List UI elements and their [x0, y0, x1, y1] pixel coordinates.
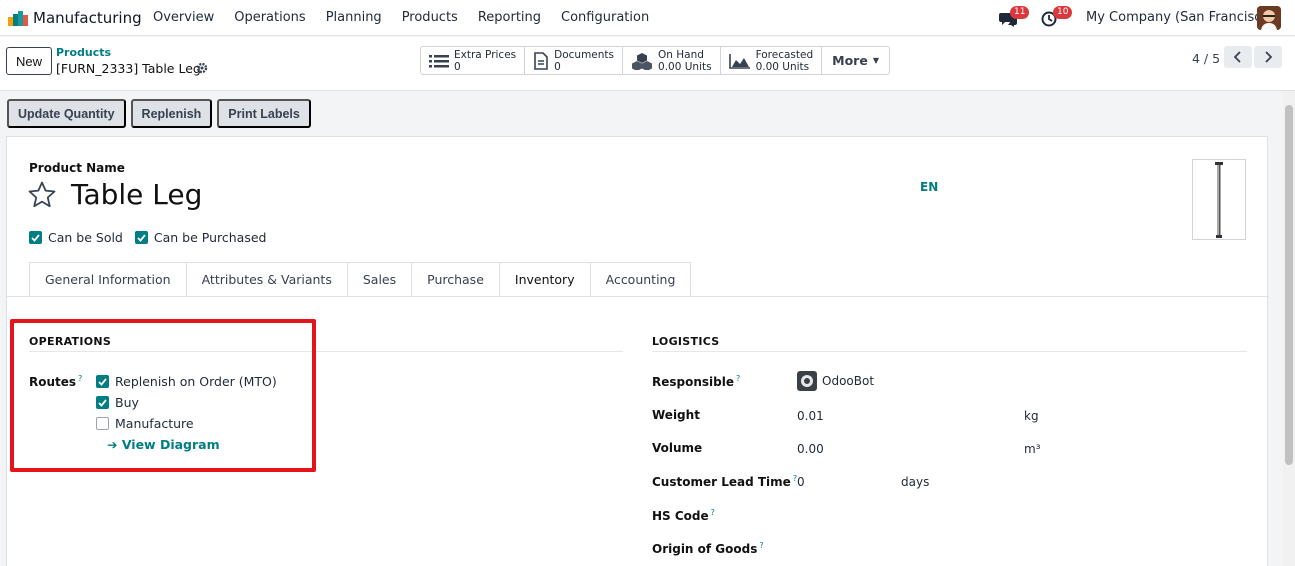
smart-label: On Hand [658, 48, 704, 61]
pager-previous-button[interactable] [1224, 46, 1252, 68]
weight-field[interactable]: 0.01 [797, 409, 824, 423]
pager-next-button[interactable] [1254, 46, 1282, 68]
tab-divider [7, 296, 1269, 297]
extra-prices-button[interactable]: Extra Prices 0 [421, 47, 526, 74]
responsible-value: OdooBot [822, 374, 875, 388]
tab-sales[interactable]: Sales [346, 262, 412, 297]
top-navbar: Manufacturing Overview Operations Planni… [0, 0, 1295, 36]
chevron-left-icon [1234, 51, 1241, 63]
logistics-section-title: LOGISTICS [652, 335, 720, 348]
tab-attributes-variants[interactable]: Attributes & Variants [185, 262, 347, 297]
product-name-field[interactable]: Table Leg [71, 178, 202, 211]
smart-value: 0.00 Units [658, 60, 712, 73]
area-chart-icon [728, 53, 750, 69]
cubes-icon [632, 52, 653, 70]
hs-code-label-text: HS Code [652, 509, 709, 523]
can-be-purchased-label: Can be Purchased [153, 230, 267, 245]
product-flags: Can be Sold Can be Purchased [29, 230, 278, 245]
lead-time-label: Customer Lead Time? [652, 474, 797, 489]
gear-icon[interactable] [196, 62, 208, 74]
origin-label-text: Origin of Goods [652, 542, 758, 556]
product-name-label: Product Name [29, 161, 125, 175]
lead-time-field[interactable]: 0 [797, 475, 805, 489]
more-label: More [832, 53, 868, 68]
new-button[interactable]: New [6, 47, 52, 75]
pager-value[interactable]: 4 / 5 [1192, 51, 1220, 66]
smart-buttons: Extra Prices 0 Documents 0 On Hand 0.00 [420, 46, 890, 75]
menu-planning[interactable]: Planning [326, 10, 382, 25]
smart-value: 0 [454, 60, 461, 73]
menu-operations[interactable]: Operations [234, 10, 305, 25]
responsible-label-text: Responsible [652, 375, 734, 389]
tab-purchase[interactable]: Purchase [411, 262, 499, 297]
company-switcher[interactable]: My Company (San Francisco) [1086, 10, 1274, 25]
more-dropdown[interactable]: More ▼ [822, 47, 889, 74]
volume-field[interactable]: 0.00 [797, 442, 824, 456]
main-menu: Overview Operations Planning Products Re… [153, 10, 669, 25]
hs-code-label: HS Code? [652, 508, 715, 523]
responsible-field[interactable]: OdooBot [797, 371, 874, 391]
scrollbar-thumb[interactable] [1285, 105, 1293, 465]
smart-value: 0.00 Units [755, 60, 810, 73]
volume-unit: m³ [1024, 442, 1041, 456]
hs-code-field[interactable] [797, 509, 1197, 525]
lead-time-unit: days [901, 475, 930, 489]
breadcrumb-parent[interactable]: Products [56, 46, 111, 59]
caret-down-icon: ▼ [872, 56, 879, 65]
origin-field[interactable] [797, 542, 1197, 558]
document-icon [534, 51, 548, 70]
manufacturing-app-icon[interactable] [8, 10, 28, 26]
smart-label: Extra Prices [454, 48, 517, 61]
menu-configuration[interactable]: Configuration [561, 10, 649, 25]
smart-value: 0 [554, 60, 561, 73]
print-labels-button[interactable]: Print Labels [217, 99, 311, 128]
forecasted-button[interactable]: Forecasted 0.00 Units [721, 47, 823, 74]
product-image[interactable] [1192, 159, 1246, 240]
control-panel: New Products [FURN_2333] Table Leg Extra… [0, 37, 1295, 91]
documents-button[interactable]: Documents 0 [525, 47, 624, 74]
tab-accounting[interactable]: Accounting [589, 262, 692, 297]
replenish-button[interactable]: Replenish [130, 99, 213, 128]
menu-reporting[interactable]: Reporting [478, 10, 541, 25]
table-leg-image [1215, 161, 1223, 238]
chat-badge: 11 [1010, 6, 1030, 19]
responsible-label: Responsible? [652, 374, 740, 389]
app-name[interactable]: Manufacturing [33, 9, 142, 27]
smart-label: Documents [554, 48, 615, 61]
help-icon[interactable]: ? [711, 508, 715, 517]
can-be-sold-checkbox[interactable] [29, 231, 42, 244]
menu-products[interactable]: Products [402, 10, 458, 25]
breadcrumb-current: [FURN_2333] Table Leg [56, 61, 201, 76]
activity-badge: 10 [1053, 6, 1073, 19]
tab-general-information[interactable]: General Information [29, 262, 186, 297]
weight-unit: kg [1024, 409, 1039, 423]
update-quantity-button[interactable]: Update Quantity [7, 99, 126, 128]
help-icon[interactable]: ? [736, 374, 740, 383]
user-avatar[interactable] [1257, 6, 1281, 30]
weight-label: Weight [652, 408, 700, 422]
volume-label: Volume [652, 441, 703, 455]
origin-label: Origin of Goods? [652, 541, 764, 556]
logistics-divider [652, 351, 1247, 352]
help-icon[interactable]: ? [759, 541, 763, 550]
language-button[interactable]: EN [920, 180, 938, 194]
on-hand-button[interactable]: On Hand 0.00 Units [623, 47, 721, 74]
list-icon [429, 54, 449, 67]
form-actions: Update Quantity Replenish Print Labels [7, 99, 311, 128]
check-icon [137, 233, 146, 242]
notebook-tabs: General Information Attributes & Variant… [29, 262, 692, 297]
lead-time-label-text: Customer Lead Time [652, 475, 791, 489]
tab-inventory[interactable]: Inventory [498, 262, 590, 297]
highlight-box [10, 319, 316, 472]
menu-overview[interactable]: Overview [153, 10, 214, 25]
can-be-purchased-checkbox[interactable] [134, 231, 148, 244]
chevron-right-icon [1265, 51, 1272, 63]
can-be-sold-label: Can be Sold [48, 230, 123, 245]
odoobot-avatar [797, 371, 817, 391]
star-icon[interactable] [27, 180, 57, 210]
smart-label: Forecasted [755, 48, 814, 61]
page-scrollbar[interactable] [1283, 91, 1295, 566]
check-icon [31, 233, 40, 242]
